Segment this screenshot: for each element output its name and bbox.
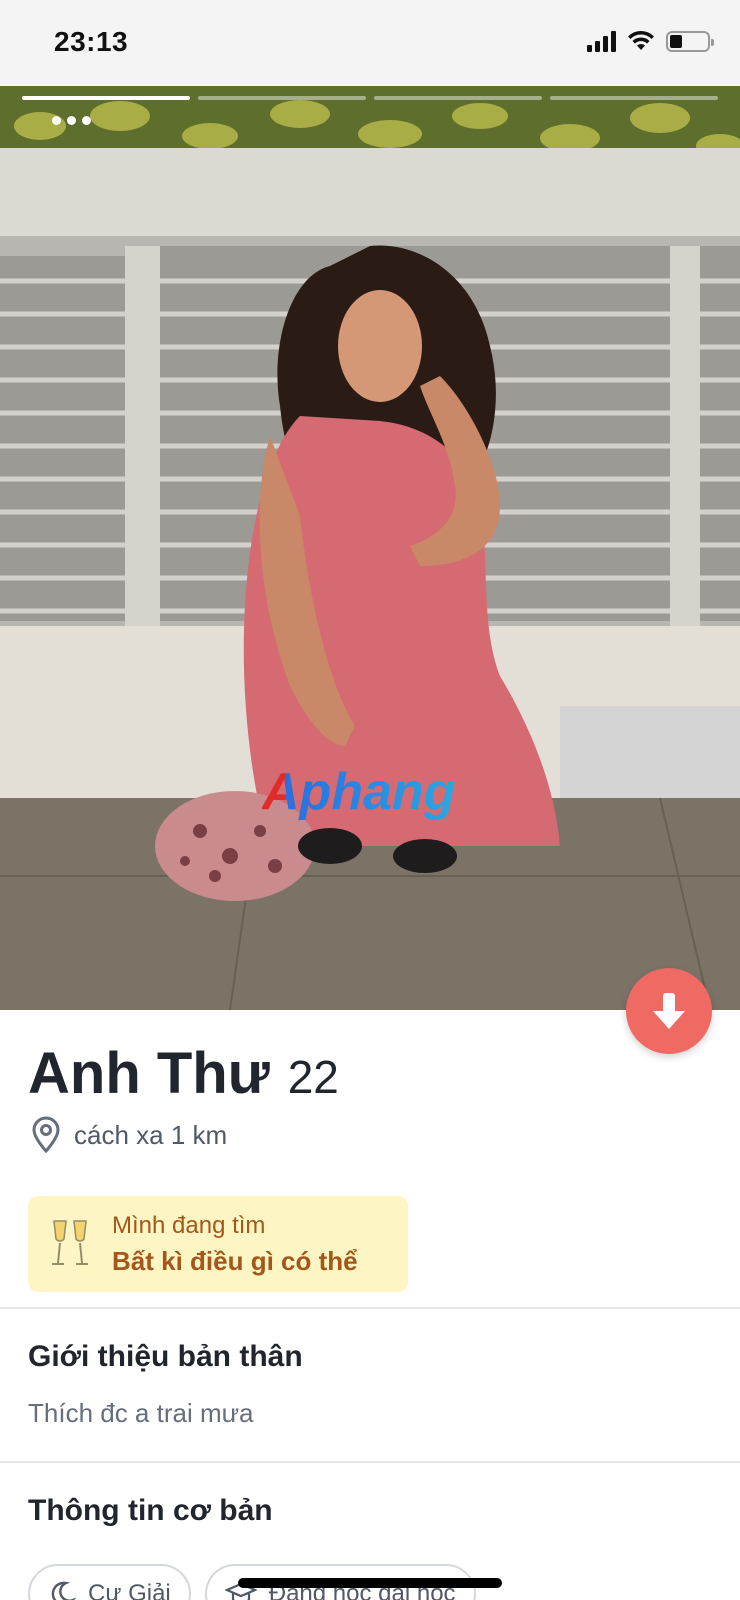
divider (0, 1461, 740, 1463)
status-bar: 23:13 (0, 0, 740, 86)
bio-text: Thích đc a trai mưa (28, 1398, 254, 1428)
location-pin-icon (32, 1116, 60, 1154)
arrow-down-icon (653, 993, 685, 1029)
photo-progress-segment (374, 96, 542, 100)
about-title: Giới thiệu bản thân (28, 1340, 303, 1373)
wifi-icon (628, 30, 654, 50)
looking-for-card: Mình đang tìm Bất kì điều gì có thể (28, 1196, 408, 1292)
photo-progress-bar (22, 96, 718, 100)
status-time: 23:13 (54, 26, 129, 57)
moon-icon (51, 1581, 76, 1600)
watermark-logo-text: Aphang (262, 763, 456, 821)
home-indicator[interactable] (238, 1578, 502, 1588)
cellular-signal-icon (587, 30, 616, 52)
profile-age: 22 (287, 1051, 339, 1103)
photo-progress-segment (22, 96, 190, 100)
chip-zodiac-label: Cự Giải (88, 1580, 171, 1600)
distance-text: cách xa 1 km (74, 1119, 228, 1150)
watermark-logo: Aphang (262, 762, 456, 822)
looking-for-value: Bất kì điều gì có thể (112, 1245, 358, 1276)
photo-progress-segment (550, 96, 718, 100)
more-options-icon[interactable] (52, 116, 91, 125)
status-icons (587, 30, 714, 52)
photo-progress-segment (198, 96, 366, 100)
looking-for-text: Mình đang tìm Bất kì điều gì có thể (112, 1212, 358, 1277)
profile-photo[interactable]: Aphang (0, 86, 740, 1010)
chip-zodiac: Cự Giải (28, 1564, 191, 1600)
divider (0, 1307, 740, 1309)
photo-illustration (0, 86, 740, 1010)
profile-name: Anh Thư (28, 1041, 270, 1106)
looking-for-label: Mình đang tìm (112, 1211, 266, 1239)
name-row: Anh Thư 22 (28, 1040, 339, 1107)
collapse-profile-button[interactable] (626, 968, 712, 1054)
basics-title: Thông tin cơ bản (28, 1494, 273, 1527)
distance-row: cách xa 1 km (30, 1116, 227, 1154)
battery-icon (666, 30, 714, 52)
champagne-icon (52, 1220, 88, 1265)
